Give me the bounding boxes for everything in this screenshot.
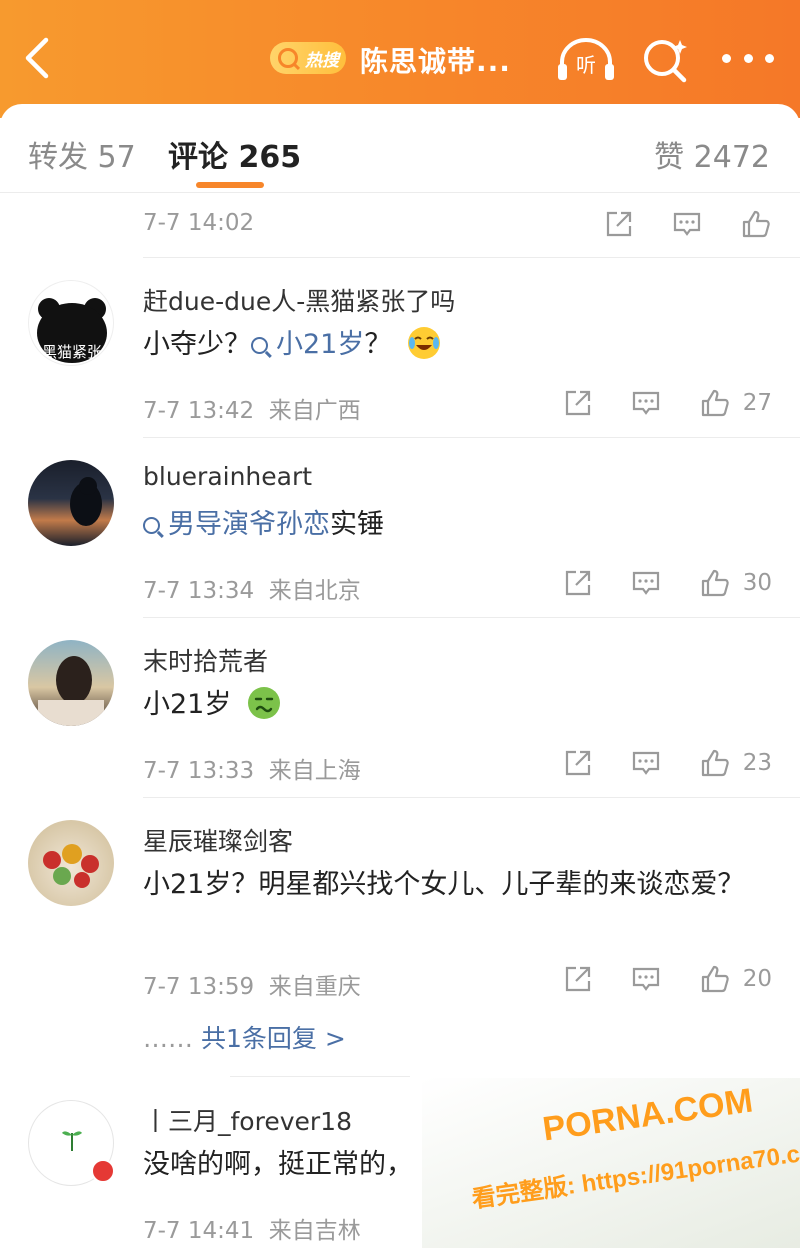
- like-button[interactable]: 30: [699, 567, 772, 599]
- comment-meta: 7-7 13:59 来自重庆: [143, 974, 361, 1000]
- laugh-cry-emoji-icon: [406, 325, 442, 361]
- share-icon[interactable]: [604, 209, 634, 239]
- topic-link[interactable]: 男导演爷孙恋: [143, 509, 330, 540]
- share-icon[interactable]: [563, 748, 593, 778]
- view-replies-link[interactable]: …… 共1条回复 >: [143, 1019, 346, 1055]
- svg-text:听: 听: [576, 53, 596, 77]
- watermark-text: PORNA.COM: [540, 1081, 756, 1149]
- search-icon: [278, 48, 298, 68]
- share-icon[interactable]: [563, 964, 593, 994]
- page-title[interactable]: 陈思诚带...: [360, 40, 511, 80]
- top-bar: 热搜 陈思诚带... 听: [0, 0, 800, 118]
- comment-icon[interactable]: [631, 748, 661, 778]
- hot-badge-label: 热搜: [305, 50, 339, 71]
- active-tab-indicator: [196, 182, 264, 188]
- like-count: 27: [742, 390, 772, 416]
- search-icon: [143, 517, 160, 534]
- comment-text: 男导演爷孙恋实锤: [143, 502, 773, 548]
- divider: [143, 797, 800, 798]
- search-sparkle-icon[interactable]: [640, 36, 692, 84]
- share-icon[interactable]: [563, 568, 593, 598]
- like-button[interactable]: 23: [699, 747, 772, 779]
- comments-panel: 转发 57 评论 265 赞 2472 7-7 14:02 黑猫紧张 赶due-…: [0, 104, 800, 1248]
- comment-text: 小21岁？明星都兴找个女儿、儿子辈的来谈恋爱？: [143, 869, 745, 900]
- comment-actions: 30: [563, 567, 772, 599]
- like-count: 30: [742, 570, 772, 596]
- tab-like[interactable]: 赞 2472: [654, 132, 770, 176]
- like-icon[interactable]: [740, 208, 772, 240]
- watermark-overlay: PORNA.COM 看完整版: https://91porna70.com: [422, 1078, 800, 1248]
- comment-icon[interactable]: [631, 568, 661, 598]
- avatar[interactable]: [28, 1100, 115, 1186]
- comment-meta: 7-7 14:41 来自吉林: [143, 1218, 361, 1244]
- share-icon[interactable]: [563, 388, 593, 418]
- tab-comment[interactable]: 评论 265: [168, 132, 301, 176]
- like-icon: [701, 569, 729, 597]
- like-count: 23: [742, 750, 772, 776]
- avatar[interactable]: 黑猫紧张: [28, 280, 114, 366]
- comment-author[interactable]: 赶due-due人-黑猫紧张了吗: [143, 282, 455, 318]
- more-icon[interactable]: [722, 48, 774, 68]
- divider: [0, 192, 800, 193]
- back-icon[interactable]: [18, 36, 58, 80]
- like-icon: [701, 389, 729, 417]
- avatar[interactable]: [28, 460, 114, 546]
- comment-author[interactable]: 星辰璀璨剑客: [143, 822, 293, 858]
- comment-author[interactable]: bluerainheart: [143, 462, 312, 491]
- comment-actions: 23: [563, 747, 772, 779]
- comment-icon[interactable]: [631, 388, 661, 418]
- comment-author[interactable]: 末时拾荒者: [143, 642, 268, 678]
- comment-meta: 7-7 13:42 来自广西: [143, 398, 361, 424]
- comment-actions: 27: [563, 387, 772, 419]
- comment-icon[interactable]: [672, 209, 702, 239]
- watermark-text: 看完整版: https://91porna70.com: [470, 1135, 800, 1214]
- divider: [230, 1076, 410, 1077]
- headphones-icon: 听: [558, 38, 614, 80]
- avatar[interactable]: [28, 820, 114, 906]
- comment-author[interactable]: 丨三月_forever18: [143, 1102, 352, 1138]
- search-icon: [251, 337, 268, 354]
- comment-icon[interactable]: [631, 964, 661, 994]
- divider: [143, 257, 800, 258]
- hot-search-badge[interactable]: 热搜: [270, 42, 346, 74]
- comment-actions: [604, 208, 772, 240]
- like-button[interactable]: 27: [699, 387, 772, 419]
- tab-forward[interactable]: 转发 57: [28, 132, 136, 176]
- svg-text:黑猫紧张: 黑猫紧张: [42, 343, 102, 361]
- nauseated-emoji-icon: [246, 685, 282, 721]
- like-icon: [701, 965, 729, 993]
- divider: [143, 437, 800, 438]
- comment-meta: 7-7 14:02: [143, 210, 255, 236]
- like-count: 20: [742, 966, 772, 992]
- listen-button[interactable]: 听: [556, 36, 616, 84]
- comment-meta: 7-7 13:33 来自上海: [143, 758, 361, 784]
- like-icon: [701, 749, 729, 777]
- topic-link[interactable]: 小21岁: [251, 329, 364, 360]
- comment-actions: 20: [563, 963, 772, 995]
- divider: [143, 617, 800, 618]
- comment-meta: 7-7 13:34 来自北京: [143, 578, 361, 604]
- verified-badge-icon: [91, 1159, 115, 1183]
- comment-text: 小21岁: [143, 682, 773, 728]
- comment-text: 小夺少？ 小21岁？: [143, 322, 773, 368]
- like-button[interactable]: 20: [699, 963, 772, 995]
- avatar[interactable]: [28, 640, 114, 726]
